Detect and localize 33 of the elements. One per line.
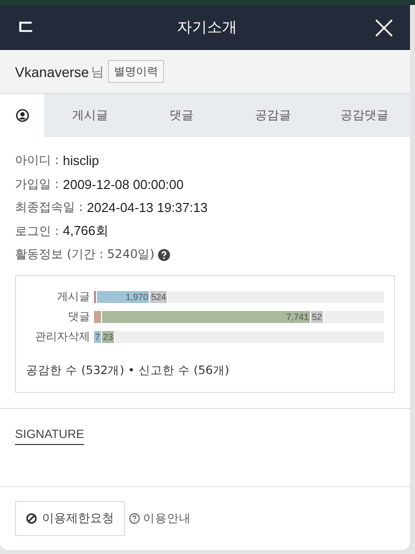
user-icon (16, 109, 28, 122)
info-label: 아이디 : (15, 152, 59, 170)
info-label: 가입일 : (15, 176, 59, 193)
bar-segment: 52 (310, 310, 324, 322)
signature-heading: SIGNATURE (15, 426, 84, 444)
bar-label: 관리자삭제 (34, 329, 91, 344)
prohibited-icon (26, 512, 37, 524)
bar-segment: 524 (150, 290, 168, 302)
bar-segment: 7 (94, 330, 102, 342)
guide-link[interactable]: 이용안내 (129, 510, 191, 526)
bar-label: 게시글 (56, 289, 91, 304)
bar-segment: 7,741 (102, 310, 311, 322)
bar-segment: 23 (102, 330, 116, 342)
info-value: 4,766회 (62, 222, 108, 240)
profile-tab[interactable] (0, 94, 44, 137)
back-glyph[interactable]: ㄷ (16, 14, 40, 41)
info-value: 2009-12-08 00:00:00 (62, 176, 184, 192)
window-title: 자기소개 (177, 18, 237, 37)
help-icon (129, 512, 140, 524)
honorific: 님 (90, 64, 104, 80)
info-label: 로그인 : (15, 222, 59, 240)
summary-text: 공감한 수 (532개) • 신고한 수 (56개) (26, 362, 230, 378)
bar-segment: 1,970 (97, 290, 150, 302)
nickname-history-button[interactable]: 별명이력 (108, 60, 164, 83)
user-name: Vkanaverse (15, 64, 89, 80)
bar-label: 댓글 (67, 309, 91, 324)
close-icon[interactable] (374, 18, 394, 38)
info-value: 2024-04-13 19:37:13 (86, 200, 208, 216)
info-label: 최종접속일 : (15, 199, 83, 216)
restriction-request-button[interactable]: 이용제한요청 (15, 500, 125, 536)
activity-title: 활동정보 (기간 : 5240일) (15, 246, 154, 264)
help-icon[interactable] (158, 248, 170, 261)
info-value: hisclip (62, 153, 99, 168)
